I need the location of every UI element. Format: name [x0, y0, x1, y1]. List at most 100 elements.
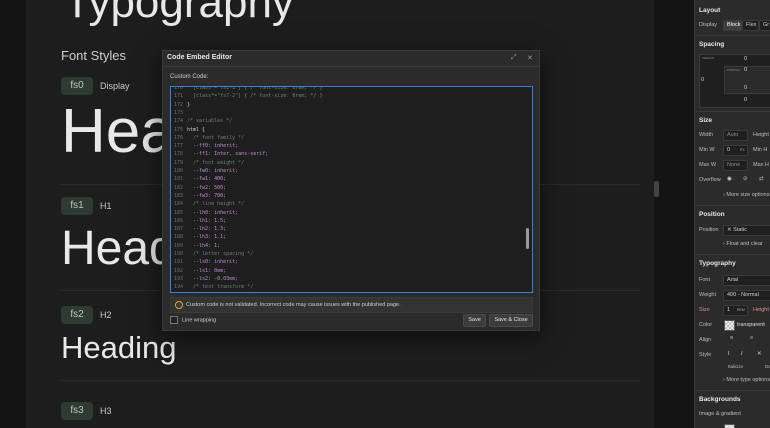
margin-left-value[interactable]: 0 [701, 77, 704, 83]
code-line[interactable]: 183 --fw3: 700; [171, 192, 226, 200]
style-pill-fs0[interactable]: fs0 [61, 77, 93, 95]
more-type-options-label: More type options [726, 377, 770, 383]
line-number: 170 [173, 86, 183, 91]
code-line[interactable]: 189 --lh4: 1; [171, 242, 220, 250]
style-pill-fs3[interactable]: fs3 [61, 402, 93, 420]
italic-style-icon[interactable]: I [741, 351, 743, 357]
background-swatch[interactable] [724, 424, 735, 428]
padding-label: PADDING [727, 68, 741, 72]
code-line[interactable]: 192 --ls1: 0em; [171, 267, 226, 275]
display-grid-option[interactable]: Gr [759, 20, 770, 31]
code-editor[interactable]: 170 [class*="fs1-1"] { /* font-size: 0re… [170, 86, 533, 293]
margin-top-value[interactable]: 0 [744, 56, 747, 62]
display-flex-option[interactable]: Flex [742, 20, 759, 31]
custom-code-label: Custom Code: [170, 74, 209, 80]
code-line[interactable]: 179 /* font weight */ [171, 159, 244, 167]
code-line[interactable]: 191 --ls0: inherit; [171, 258, 238, 266]
line-number: 177 [173, 143, 183, 150]
code-line[interactable]: 174 /* variables */ [171, 117, 232, 125]
code-line[interactable]: 176 /* font family */ [171, 134, 244, 142]
code-line[interactable]: 181 --fw1: 400; [171, 175, 226, 183]
line-number: 180 [173, 168, 183, 174]
line-number: 190 [173, 251, 183, 257]
font-size-unit[interactable]: REM [737, 306, 745, 315]
code-line[interactable]: 194 /* text transform */ [171, 283, 253, 291]
spacing-heading: Spacing [699, 41, 725, 48]
min-width-label: Min W [699, 147, 715, 153]
spacing-box[interactable]: MARGIN PADDING 0 0 0 0 0 [699, 54, 770, 108]
expand-icon[interactable]: ⤢ [511, 54, 517, 62]
code-line[interactable]: 175 html { [171, 126, 205, 134]
align-label: Align [699, 337, 712, 343]
style-tag-h1: H1 [100, 201, 112, 211]
padding-bottom-value[interactable]: 0 [744, 85, 747, 91]
display-block-option[interactable]: Block [723, 20, 742, 31]
code-line[interactable]: 180 --fw0: inherit; [171, 167, 238, 175]
code-line[interactable]: 173 [171, 109, 187, 117]
weight-select[interactable]: 400 - Normal [723, 290, 770, 301]
code-line[interactable]: 187 --lh2: 1.3; [171, 225, 226, 233]
code-line[interactable]: 182 --fw2: 500; [171, 184, 226, 192]
padding-top-value[interactable]: 0 [744, 67, 747, 73]
save-button[interactable]: Save [463, 314, 486, 327]
max-width-input[interactable]: None [723, 160, 748, 171]
font-select[interactable]: Arial [723, 275, 770, 286]
code-line[interactable]: 184 /* line height */ [171, 200, 244, 208]
image-gradient-label: Image & gradient [699, 411, 741, 417]
code-line[interactable]: 170 [class*="fs1-1"] { /* font-size: 0re… [171, 86, 323, 92]
code-line[interactable]: 171 [class*="fs7-2"] { /* font-size: 0re… [171, 92, 323, 100]
position-select[interactable]: ✕ Static [723, 225, 770, 236]
align-center-icon[interactable]: ≡ [750, 335, 753, 341]
more-type-options[interactable]: › More type options [723, 377, 770, 383]
close-icon[interactable]: ✕ [527, 54, 533, 62]
min-width-unit[interactable]: PX [740, 146, 745, 155]
overflow-label: Overflow [699, 177, 721, 183]
line-number: 172 [173, 101, 183, 108]
divider [695, 35, 770, 36]
width-input[interactable]: Auto [723, 130, 748, 141]
code-text: [class*="fs7-2"] { /* font-size: 0rem; *… [187, 93, 323, 100]
code-line[interactable]: 186 --lh1: 1.5; [171, 217, 226, 225]
line-number: 173 [173, 109, 183, 116]
align-left-icon[interactable]: ≡ [730, 335, 733, 341]
font-size-input[interactable]: 1 REM [723, 305, 748, 316]
float-clear-toggle[interactable]: › Float and clear [723, 241, 763, 247]
line-wrapping-checkbox[interactable] [170, 316, 178, 324]
color-swatch[interactable] [724, 320, 735, 331]
min-width-input[interactable]: 0 PX [723, 145, 748, 156]
line-number: 174 [173, 118, 183, 125]
save-close-button[interactable]: Save & Close [489, 314, 533, 327]
canvas-resize-handle[interactable] [654, 181, 659, 197]
line-number: 189 [173, 242, 183, 249]
more-size-options[interactable]: › More size options [723, 192, 769, 198]
margin-bottom-value[interactable]: 0 [744, 97, 747, 103]
code-line[interactable]: 172} [171, 101, 190, 109]
style-pill-fs1[interactable]: fs1 [61, 197, 93, 215]
chevron-right-icon: › [723, 192, 725, 198]
code-line[interactable]: 185 --lh0: inherit; [171, 209, 238, 217]
overflow-visible-icon[interactable]: ◉ [727, 176, 732, 182]
line-wrapping-toggle[interactable]: Line wrapping [170, 316, 216, 324]
sample-h2: Heading [61, 330, 177, 365]
no-decoration-icon[interactable]: ✕ [757, 351, 762, 357]
code-line[interactable]: 177 --ff0: inherit; [171, 142, 238, 150]
code-line[interactable]: 188 --lh3: 1.1; [171, 233, 226, 241]
code-line[interactable]: 190 /* letter spacing */ [171, 250, 253, 258]
code-line[interactable]: 193 --ls2: -0.03em; [171, 275, 238, 283]
code-text: --lh3: 1.1; [187, 234, 227, 241]
color-value[interactable]: transparent [737, 322, 765, 328]
code-text: html { [187, 126, 206, 133]
overflow-scroll-icon[interactable]: ⇄ [759, 176, 764, 182]
line-wrapping-label: Line wrapping [182, 317, 217, 324]
overflow-hidden-icon[interactable]: ⊘ [743, 176, 748, 182]
typography-heading: Typography [699, 260, 736, 267]
line-number: 193 [173, 275, 183, 282]
divider [695, 205, 770, 206]
code-text: /* font family */ [187, 134, 245, 141]
code-text: /* variables */ [187, 118, 233, 125]
weight-label: Weight [699, 292, 717, 298]
code-line[interactable]: 178 --ff1: Inter, sans-serif; [171, 150, 268, 158]
editor-scrollbar[interactable] [526, 228, 529, 249]
style-pill-fs2[interactable]: fs2 [61, 306, 93, 324]
regular-style-icon[interactable]: I [728, 351, 730, 357]
